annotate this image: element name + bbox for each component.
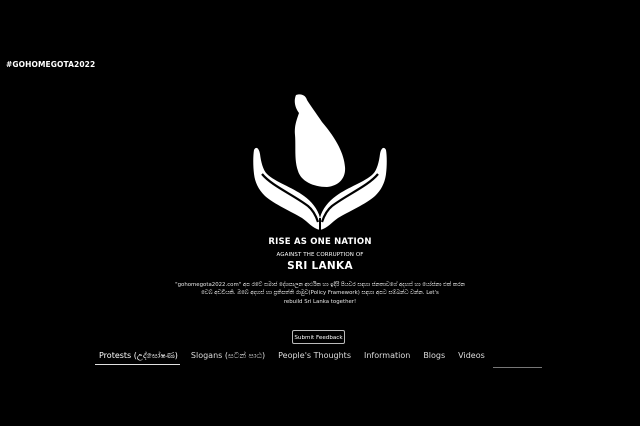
tab-videos[interactable]: Videos: [454, 351, 487, 365]
description-main: "gohomegota2022.com" අප රටේ සමාජ දේශපාලන…: [175, 282, 465, 297]
submit-feedback-button[interactable]: Submit Feedback: [292, 330, 345, 344]
headline-sri-lanka: SRI LANKA: [287, 260, 353, 272]
tab-slogans[interactable]: Slogans (සටන් පාඨ): [187, 351, 267, 365]
headline-rise: RISE AS ONE NATION: [268, 237, 372, 247]
description-tail: rebuild Sri Lanka together!: [283, 298, 357, 305]
site-description: "gohomegota2022.com" අප රටේ සමාජ දේශපාලන…: [174, 281, 466, 306]
tab-protests[interactable]: Protests (උද්ඝෝෂණ): [95, 351, 180, 365]
tab-blogs[interactable]: Blogs: [419, 351, 447, 365]
brand-hashtag[interactable]: #GOHOMEGOTA2022: [6, 60, 95, 69]
headline-against: AGAINST THE CORRUPTION OF: [276, 252, 364, 258]
content-tabs: Protests (උද්ඝෝෂණ) Slogans (සටන් පාඨ) Pe…: [95, 351, 487, 365]
hands-holding-sri-lanka-icon: [253, 94, 387, 232]
tab-peoples-thoughts[interactable]: People's Thoughts: [274, 351, 353, 365]
tab-information[interactable]: Information: [360, 351, 412, 365]
divider-line: [493, 367, 542, 368]
sri-lanka-island-shape: [294, 94, 346, 187]
